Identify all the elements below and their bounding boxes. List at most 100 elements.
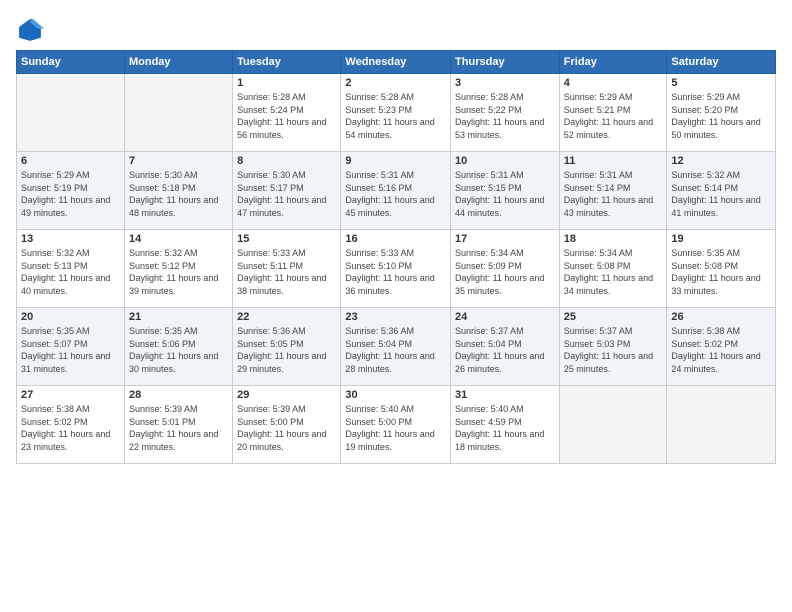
week-row-3: 13 Sunrise: 5:32 AMSunset: 5:13 PMDayligh…: [17, 230, 776, 308]
calendar-cell: 6 Sunrise: 5:29 AMSunset: 5:19 PMDaylight…: [17, 152, 125, 230]
calendar-cell: 12 Sunrise: 5:32 AMSunset: 5:14 PMDayligh…: [667, 152, 776, 230]
calendar-cell: 19 Sunrise: 5:35 AMSunset: 5:08 PMDayligh…: [667, 230, 776, 308]
calendar-cell: 15 Sunrise: 5:33 AMSunset: 5:11 PMDayligh…: [233, 230, 341, 308]
calendar-cell: 5 Sunrise: 5:29 AMSunset: 5:20 PMDaylight…: [667, 74, 776, 152]
header: [16, 16, 776, 44]
day-info: Sunrise: 5:32 AMSunset: 5:14 PMDaylight:…: [671, 169, 771, 219]
day-number: 28: [129, 389, 228, 401]
day-info: Sunrise: 5:37 AMSunset: 5:04 PMDaylight:…: [455, 325, 555, 375]
day-number: 17: [455, 233, 555, 245]
day-number: 22: [237, 311, 336, 323]
day-header-saturday: Saturday: [667, 51, 776, 74]
day-number: 14: [129, 233, 228, 245]
calendar-cell: [559, 386, 667, 464]
calendar-cell: 14Sunrise: 5:32 AMSunset: 5:12 PMDayligh…: [124, 230, 232, 308]
day-info: Sunrise: 5:28 AMSunset: 5:23 PMDaylight:…: [345, 91, 446, 141]
logo-icon: [16, 16, 44, 44]
calendar-cell: 20Sunrise: 5:35 AMSunset: 5:07 PMDayligh…: [17, 308, 125, 386]
day-number: 24: [455, 311, 555, 323]
day-info: Sunrise: 5:28 AMSunset: 5:22 PMDaylight:…: [455, 91, 555, 141]
day-info: Sunrise: 5:39 AMSunset: 5:01 PMDaylight:…: [129, 403, 228, 453]
calendar-cell: 17 Sunrise: 5:34 AMSunset: 5:09 PMDayligh…: [451, 230, 560, 308]
page: SundayMondayTuesdayWednesdayThursdayFrid…: [0, 0, 792, 612]
calendar-cell: 8 Sunrise: 5:30 AMSunset: 5:17 PMDaylight…: [233, 152, 341, 230]
day-info: Sunrise: 5:35 AMSunset: 5:07 PMDaylight:…: [21, 325, 120, 375]
day-number: 1: [237, 77, 336, 89]
calendar-cell: 4 Sunrise: 5:29 AMSunset: 5:21 PMDaylight…: [559, 74, 667, 152]
day-info: Sunrise: 5:30 AMSunset: 5:18 PMDaylight:…: [129, 169, 228, 219]
calendar-cell: 24 Sunrise: 5:37 AMSunset: 5:04 PMDayligh…: [451, 308, 560, 386]
week-row-4: 20Sunrise: 5:35 AMSunset: 5:07 PMDayligh…: [17, 308, 776, 386]
day-number: 8: [237, 155, 336, 167]
day-header-monday: Monday: [124, 51, 232, 74]
calendar-cell: 7 Sunrise: 5:30 AMSunset: 5:18 PMDaylight…: [124, 152, 232, 230]
day-number: 9: [345, 155, 446, 167]
day-info: Sunrise: 5:36 AMSunset: 5:05 PMDaylight:…: [237, 325, 336, 375]
day-number: 21: [129, 311, 228, 323]
calendar-cell: [667, 386, 776, 464]
calendar-cell: 26Sunrise: 5:38 AMSunset: 5:02 PMDayligh…: [667, 308, 776, 386]
day-number: 12: [671, 155, 771, 167]
calendar-cell: 21Sunrise: 5:35 AMSunset: 5:06 PMDayligh…: [124, 308, 232, 386]
day-info: Sunrise: 5:32 AMSunset: 5:13 PMDaylight:…: [21, 247, 120, 297]
day-header-friday: Friday: [559, 51, 667, 74]
day-info: Sunrise: 5:38 AMSunset: 5:02 PMDaylight:…: [21, 403, 120, 453]
day-info: Sunrise: 5:39 AMSunset: 5:00 PMDaylight:…: [237, 403, 336, 453]
calendar-cell: [17, 74, 125, 152]
day-info: Sunrise: 5:31 AMSunset: 5:14 PMDaylight:…: [564, 169, 663, 219]
day-info: Sunrise: 5:30 AMSunset: 5:17 PMDaylight:…: [237, 169, 336, 219]
calendar-cell: 10 Sunrise: 5:31 AMSunset: 5:15 PMDayligh…: [451, 152, 560, 230]
day-number: 29: [237, 389, 336, 401]
day-info: Sunrise: 5:31 AMSunset: 5:15 PMDaylight:…: [455, 169, 555, 219]
header-row: SundayMondayTuesdayWednesdayThursdayFrid…: [17, 51, 776, 74]
day-number: 15: [237, 233, 336, 245]
day-info: Sunrise: 5:34 AMSunset: 5:09 PMDaylight:…: [455, 247, 555, 297]
day-number: 4: [564, 77, 663, 89]
calendar-cell: 2 Sunrise: 5:28 AMSunset: 5:23 PMDaylight…: [341, 74, 451, 152]
day-info: Sunrise: 5:37 AMSunset: 5:03 PMDaylight:…: [564, 325, 663, 375]
calendar-cell: 22 Sunrise: 5:36 AMSunset: 5:05 PMDayligh…: [233, 308, 341, 386]
logo: [16, 16, 48, 44]
day-number: 5: [671, 77, 771, 89]
day-number: 30: [345, 389, 446, 401]
day-number: 7: [129, 155, 228, 167]
calendar-cell: 23 Sunrise: 5:36 AMSunset: 5:04 PMDayligh…: [341, 308, 451, 386]
week-row-1: 1 Sunrise: 5:28 AMSunset: 5:24 PMDaylight…: [17, 74, 776, 152]
day-info: Sunrise: 5:35 AMSunset: 5:08 PMDaylight:…: [671, 247, 771, 297]
day-number: 18: [564, 233, 663, 245]
calendar-cell: 9Sunrise: 5:31 AMSunset: 5:16 PMDaylight…: [341, 152, 451, 230]
day-number: 23: [345, 311, 446, 323]
day-info: Sunrise: 5:34 AMSunset: 5:08 PMDaylight:…: [564, 247, 663, 297]
day-info: Sunrise: 5:29 AMSunset: 5:19 PMDaylight:…: [21, 169, 120, 219]
calendar-cell: 13 Sunrise: 5:32 AMSunset: 5:13 PMDayligh…: [17, 230, 125, 308]
day-number: 27: [21, 389, 120, 401]
calendar-cell: 31Sunrise: 5:40 AMSunset: 4:59 PMDayligh…: [451, 386, 560, 464]
calendar-cell: 25 Sunrise: 5:37 AMSunset: 5:03 PMDayligh…: [559, 308, 667, 386]
day-number: 6: [21, 155, 120, 167]
day-header-wednesday: Wednesday: [341, 51, 451, 74]
day-info: Sunrise: 5:36 AMSunset: 5:04 PMDaylight:…: [345, 325, 446, 375]
week-row-5: 27 Sunrise: 5:38 AMSunset: 5:02 PMDayligh…: [17, 386, 776, 464]
calendar-cell: 1 Sunrise: 5:28 AMSunset: 5:24 PMDaylight…: [233, 74, 341, 152]
day-number: 31: [455, 389, 555, 401]
day-number: 16: [345, 233, 446, 245]
calendar-cell: 16 Sunrise: 5:33 AMSunset: 5:10 PMDayligh…: [341, 230, 451, 308]
day-info: Sunrise: 5:29 AMSunset: 5:20 PMDaylight:…: [671, 91, 771, 141]
day-number: 10: [455, 155, 555, 167]
day-info: Sunrise: 5:28 AMSunset: 5:24 PMDaylight:…: [237, 91, 336, 141]
day-number: 19: [671, 233, 771, 245]
day-number: 3: [455, 77, 555, 89]
calendar-cell: 18 Sunrise: 5:34 AMSunset: 5:08 PMDayligh…: [559, 230, 667, 308]
day-info: Sunrise: 5:33 AMSunset: 5:11 PMDaylight:…: [237, 247, 336, 297]
calendar-cell: 29 Sunrise: 5:39 AMSunset: 5:00 PMDayligh…: [233, 386, 341, 464]
day-number: 2: [345, 77, 446, 89]
calendar-cell: 30Sunrise: 5:40 AMSunset: 5:00 PMDayligh…: [341, 386, 451, 464]
day-number: 25: [564, 311, 663, 323]
week-row-2: 6 Sunrise: 5:29 AMSunset: 5:19 PMDaylight…: [17, 152, 776, 230]
calendar-table: SundayMondayTuesdayWednesdayThursdayFrid…: [16, 50, 776, 464]
day-number: 11: [564, 155, 663, 167]
day-number: 13: [21, 233, 120, 245]
day-info: Sunrise: 5:29 AMSunset: 5:21 PMDaylight:…: [564, 91, 663, 141]
day-info: Sunrise: 5:33 AMSunset: 5:10 PMDaylight:…: [345, 247, 446, 297]
calendar-cell: 27 Sunrise: 5:38 AMSunset: 5:02 PMDayligh…: [17, 386, 125, 464]
